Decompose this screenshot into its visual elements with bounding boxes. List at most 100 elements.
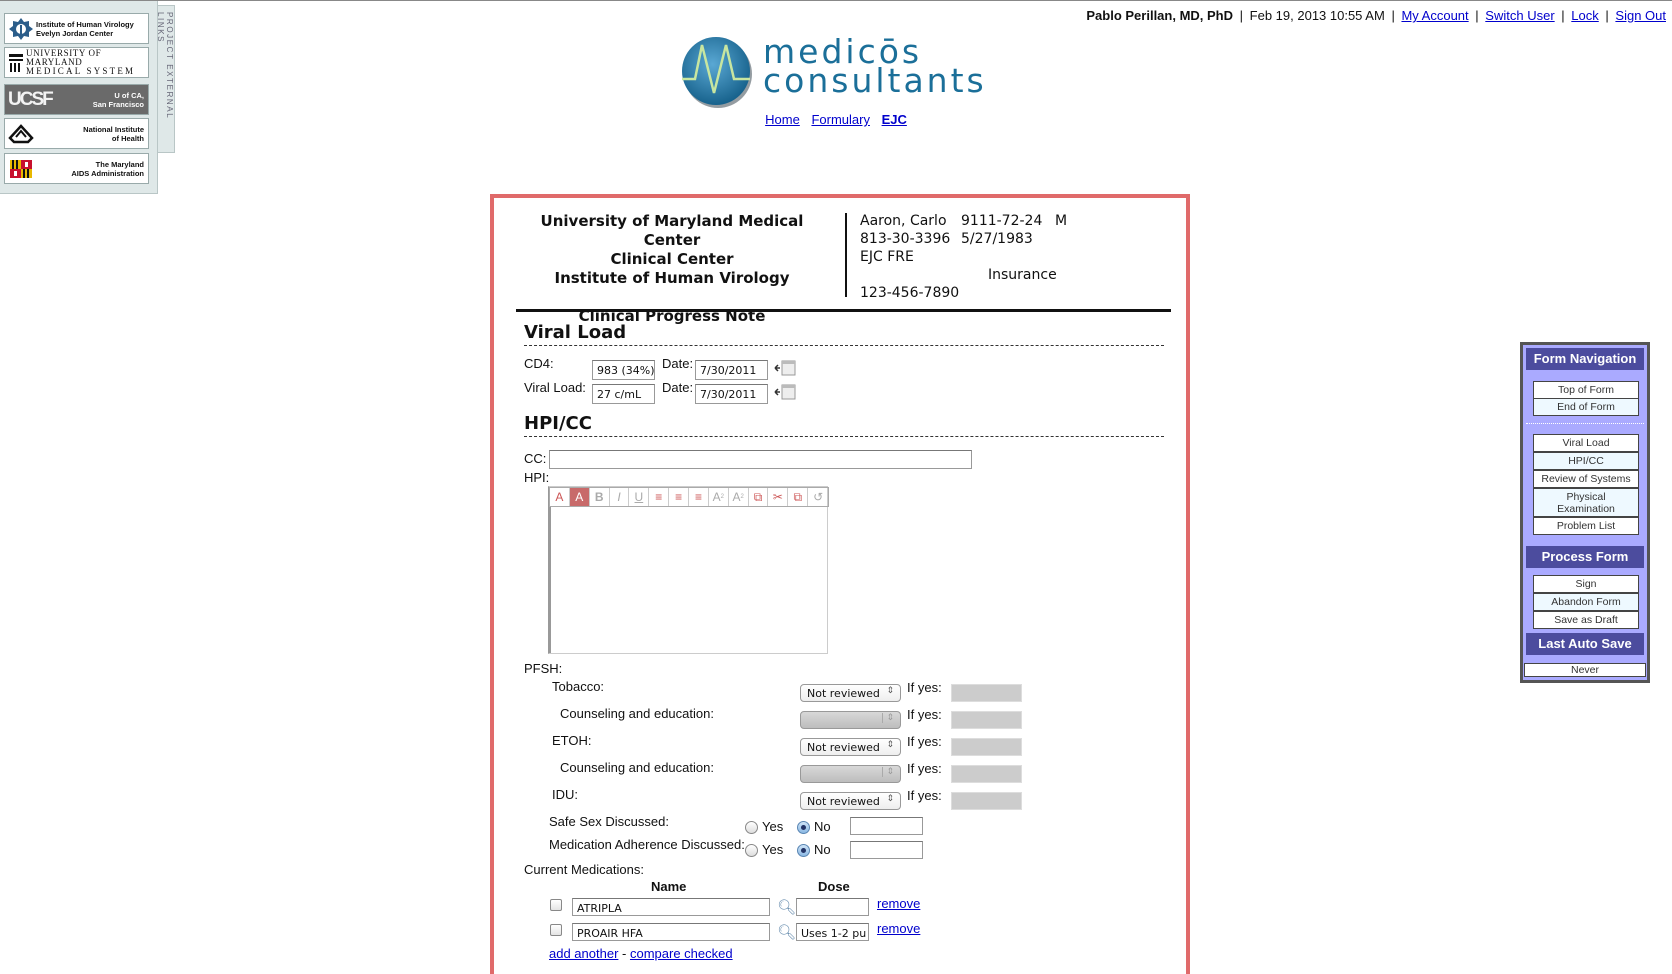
user-bar: Pablo Perillan, MD, PhD | Feb 19, 2013 1…	[1086, 8, 1666, 23]
safe-sex-yes-radio[interactable]	[745, 821, 758, 834]
nav-viral-load[interactable]: Viral Load	[1533, 434, 1639, 452]
switch-user-link[interactable]: Switch User	[1485, 8, 1554, 23]
med-adherence-yes-radio[interactable]	[745, 844, 758, 857]
font-color-icon[interactable]: A	[550, 488, 570, 506]
if-yes-label: If yes:	[907, 680, 942, 695]
brand-logo[interactable]: medicōs consultants	[680, 35, 1000, 111]
select-value: Not reviewed	[807, 687, 880, 700]
add-another-link[interactable]: add another	[549, 946, 618, 961]
nav-physical-examination[interactable]: Physical Examination	[1533, 488, 1639, 517]
cd4-label: CD4:	[524, 356, 554, 371]
align-center-icon[interactable]: ≡	[669, 488, 690, 506]
med-row-checkbox[interactable]	[550, 899, 562, 911]
nav-top-of-form[interactable]: Top of Form	[1533, 381, 1639, 399]
search-icon[interactable]: 🔍︎	[777, 898, 796, 916]
calendar-icon[interactable]	[774, 359, 796, 377]
med-dose-input[interactable]	[796, 898, 869, 916]
lock-link[interactable]: Lock	[1571, 8, 1598, 23]
cd4-input[interactable]: 983 (34%)	[592, 360, 655, 380]
ext-link-ucsf[interactable]: UCSF U of CA, San Francisco	[4, 84, 149, 115]
cd4-date-input[interactable]: 7/30/2011	[695, 360, 768, 380]
align-right-icon[interactable]: ≡	[689, 488, 709, 506]
ext-link-line1: The Maryland	[95, 159, 144, 169]
hpi-textarea[interactable]	[549, 507, 827, 653]
viral-load-label: Viral Load:	[524, 380, 586, 395]
nav-formulary-link[interactable]: Formulary	[811, 112, 870, 127]
org-line: Clinical Center	[610, 250, 734, 268]
nav-ejc-link[interactable]: EJC	[882, 112, 907, 127]
nav-problem-list[interactable]: Problem List	[1533, 517, 1639, 535]
clinical-progress-note-form: University of Maryland Medical Center Cl…	[490, 194, 1190, 974]
nav-review-of-systems[interactable]: Review of Systems	[1533, 470, 1639, 488]
vl-date-label: Date:	[662, 380, 694, 395]
sign-out-link[interactable]: Sign Out	[1615, 8, 1666, 23]
sign-button[interactable]: Sign	[1533, 575, 1639, 593]
vl-date-input[interactable]: 7/30/2011	[695, 384, 768, 404]
org-line: Institute of Human Virology	[554, 269, 790, 287]
etoh-select[interactable]: Not reviewed ⇕	[800, 738, 901, 756]
ext-link-ihv[interactable]: Institute of Human Virology Evelyn Jordan…	[4, 13, 149, 44]
tobacco-select[interactable]: Not reviewed ⇕	[800, 684, 901, 702]
tobacco-counseling-if-yes-input	[951, 711, 1022, 729]
safe-sex-note-input[interactable]	[850, 817, 923, 835]
ext-link-line1: U of CA,	[114, 90, 144, 100]
med-row-checkbox[interactable]	[550, 924, 562, 936]
project-external-links-tab[interactable]: PROJECT EXTERNAL LINKS	[156, 5, 175, 153]
paste-icon[interactable]: ⧉	[788, 488, 809, 506]
undo-icon[interactable]: ↺	[808, 488, 828, 506]
ext-link-line1: Institute of Human Virology	[36, 19, 134, 29]
underline-icon[interactable]: U	[629, 488, 650, 506]
ext-link-line2: San Francisco	[92, 99, 144, 109]
my-account-link[interactable]: My Account	[1401, 8, 1468, 23]
section-title-hpi-cc: HPI/CC	[524, 413, 1164, 437]
nav-end-of-form[interactable]: End of Form	[1533, 398, 1639, 416]
process-form-title: Process Form	[1526, 546, 1644, 568]
select-arrows-icon: ⇕	[886, 686, 894, 696]
ext-link-maryland-aids[interactable]: The Maryland AIDS Administration	[4, 153, 149, 184]
ext-link-line2: MEDICAL SYSTEM	[26, 66, 136, 76]
etoh-counseling-if-yes-input	[951, 765, 1022, 783]
remove-medication-link[interactable]: remove	[877, 896, 920, 911]
med-adherence-no-radio[interactable]	[797, 844, 810, 857]
safe-sex-no-radio[interactable]	[797, 821, 810, 834]
viral-load-input[interactable]: 27 c/mL	[592, 384, 655, 404]
nav-home-link[interactable]: Home	[765, 112, 800, 127]
idu-if-yes-input	[951, 792, 1022, 810]
pfsh-row-label: Counseling and education:	[560, 760, 714, 775]
hpi-rich-text-editor[interactable]: A A B I U ≡ ≡ ≡ A2 A2 ⧉ ✂ ⧉ ↺	[548, 486, 829, 654]
cc-input[interactable]	[549, 450, 972, 469]
patient-info: Aaron, Carlo 9111-72-24 M 813-30-3396 5/27/…	[860, 212, 1160, 302]
search-icon[interactable]: 🔍︎	[777, 923, 796, 941]
insurance-number: 123-456-7890	[860, 285, 960, 301]
select-value: Not reviewed	[807, 795, 880, 808]
med-dose-input[interactable]: Uses 1-2 pu	[796, 923, 869, 941]
nav-hpi-cc[interactable]: HPI/CC	[1533, 452, 1639, 470]
copy-icon[interactable]: ⧉	[749, 488, 769, 506]
align-left-icon[interactable]: ≡	[649, 488, 670, 506]
ext-link-umms[interactable]: UNIVERSITY OF MARYLAND MEDICAL SYSTEM	[4, 47, 149, 78]
compare-checked-link[interactable]: compare checked	[630, 946, 733, 961]
select-value: Not reviewed	[807, 741, 880, 754]
user-name: Pablo Perillan, MD, PhD	[1086, 8, 1234, 23]
highlight-color-icon[interactable]: A	[569, 488, 590, 506]
calendar-icon[interactable]	[774, 383, 796, 401]
form-navigation-panel: Form Navigation Top of Form End of Form …	[1520, 342, 1650, 683]
med-name-input[interactable]: ATRIPLA	[572, 898, 770, 916]
med-name-input[interactable]: PROAIR HFA	[572, 923, 770, 941]
subscript-icon[interactable]: A2	[709, 488, 729, 506]
link-separator: -	[618, 946, 630, 961]
cut-icon[interactable]: ✂	[768, 488, 789, 506]
remove-medication-link[interactable]: remove	[877, 921, 920, 936]
idu-select[interactable]: Not reviewed ⇕	[800, 792, 901, 810]
med-adherence-note-input[interactable]	[850, 841, 923, 859]
save-as-draft-button[interactable]: Save as Draft	[1533, 611, 1639, 629]
insurance-label: Insurance	[988, 267, 1057, 283]
patient-clinic: EJC FRE	[860, 249, 914, 265]
superscript-icon[interactable]: A2	[729, 488, 749, 506]
separator: |	[1239, 8, 1244, 23]
abandon-form-button[interactable]: Abandon Form	[1533, 593, 1639, 611]
pfsh-row-label: Tobacco:	[552, 679, 605, 694]
bold-icon[interactable]: B	[590, 488, 610, 506]
italic-icon[interactable]: I	[610, 488, 630, 506]
patient-phone: 813-30-3396	[860, 231, 951, 247]
